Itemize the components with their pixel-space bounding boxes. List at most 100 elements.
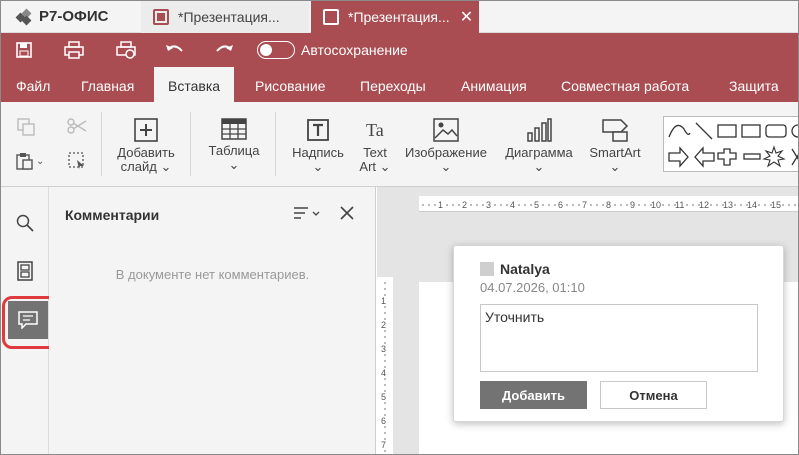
svg-text:13: 13	[723, 200, 733, 210]
add-slide-label-2: слайд	[120, 159, 157, 174]
app-name: Р7-ОФИС	[39, 8, 109, 25]
app-window: Р7-ОФИС *Презентация... *Презентация... …	[0, 0, 799, 455]
svg-text:14: 14	[747, 200, 757, 210]
smartart-label: SmartArt	[589, 145, 641, 160]
add-slide-icon	[134, 118, 158, 142]
svg-text:3: 3	[486, 200, 491, 210]
logo-icon	[15, 8, 35, 25]
text-art-label-1: Text	[363, 145, 387, 160]
undo-icon[interactable]	[164, 40, 186, 60]
text-art-icon: Ta	[366, 120, 384, 140]
svg-text:7: 7	[381, 440, 386, 450]
chevron-down-icon: ⌄	[609, 159, 621, 174]
comment-author: Natalya	[500, 261, 550, 277]
comment-date: 04.07.2026, 01:10	[480, 280, 585, 295]
text-box-icon	[307, 119, 329, 141]
image-icon	[433, 118, 459, 142]
svg-text:2: 2	[381, 320, 386, 330]
chevron-down-icon: ⌄	[379, 159, 391, 174]
caption-label: Надпись	[292, 145, 344, 160]
menu-transitions[interactable]: Переходы	[360, 67, 426, 102]
svg-text:5: 5	[534, 200, 539, 210]
menu-file[interactable]: Файл	[16, 67, 50, 102]
paste-icon	[16, 153, 33, 170]
sort-icon[interactable]	[293, 205, 321, 224]
image-button[interactable]: Изображение ⌄	[401, 118, 491, 174]
comment-popup: Natalya 04.07.2026, 01:10 Уточнить Добав…	[453, 245, 784, 422]
svg-text:6: 6	[558, 200, 563, 210]
chevron-down-icon: ⌄	[440, 159, 452, 174]
svg-text:15: 15	[771, 200, 781, 210]
chevron-down-icon: ⌄	[533, 159, 545, 174]
toolbar-separator	[275, 112, 276, 176]
autosave-toggle[interactable]	[257, 41, 295, 59]
table-button[interactable]: Таблица ⌄	[203, 118, 265, 172]
toolbar-separator	[101, 112, 102, 176]
svg-text:9: 9	[630, 200, 635, 210]
comment-input[interactable]: Уточнить	[480, 304, 758, 372]
select-all-icon[interactable]	[68, 152, 86, 173]
insert-toolbar: ⌄ Добавить слайд ⌄ Таблица ⌄ Надпись ⌄ T…	[1, 102, 798, 187]
vertical-ruler: 1 2 3 4 5 6 7	[377, 277, 393, 454]
svg-text:6: 6	[381, 416, 386, 426]
table-label: Таблица	[208, 143, 260, 158]
search-icon[interactable]	[9, 207, 41, 239]
chevron-down-icon: ⌄	[228, 157, 240, 172]
add-comment-button[interactable]: Добавить	[480, 381, 587, 409]
text-art-button[interactable]: Ta Text Art ⌄	[353, 118, 397, 174]
slides-icon[interactable]	[9, 255, 41, 287]
quick-access-bar: Автосохранение	[1, 33, 798, 67]
svg-text:Ta: Ta	[366, 120, 384, 140]
horizontal-ruler: 1234 5678 9 10 11 12 13 14 15	[419, 196, 798, 212]
chart-button[interactable]: Диаграмма ⌄	[501, 118, 577, 174]
svg-text:10: 10	[651, 200, 661, 210]
shapes-icon	[668, 122, 798, 168]
paste-button[interactable]: ⌄	[15, 152, 44, 170]
document-tab-label: *Презентация...	[178, 9, 280, 25]
svg-text:8: 8	[606, 200, 611, 210]
close-icon[interactable]	[339, 205, 355, 224]
copy-icon[interactable]	[17, 118, 35, 139]
menu-insert[interactable]: Вставка	[154, 67, 235, 102]
app-logo: Р7-ОФИС	[15, 8, 109, 25]
table-icon	[221, 118, 247, 140]
svg-text:4: 4	[510, 200, 515, 210]
svg-text:2: 2	[462, 200, 467, 210]
presentation-icon	[153, 9, 169, 25]
menu-protection[interactable]: Защита	[729, 67, 779, 102]
document-tab-label: *Презентация...	[348, 9, 450, 25]
svg-text:11: 11	[675, 200, 684, 210]
cut-icon[interactable]	[67, 118, 87, 137]
shapes-gallery[interactable]	[663, 116, 798, 172]
menu-home[interactable]: Главная	[81, 67, 134, 102]
toolbar-separator	[190, 112, 191, 176]
chevron-down-icon: ⌄	[312, 159, 324, 174]
autosave-label: Автосохранение	[301, 42, 408, 58]
document-tab-2[interactable]: *Презентация... ✕	[311, 1, 479, 33]
cancel-button[interactable]: Отмена	[600, 381, 707, 409]
menu-collaboration[interactable]: Совместная работа	[561, 67, 689, 102]
svg-text:7: 7	[582, 200, 587, 210]
close-tab-icon[interactable]: ✕	[460, 7, 473, 27]
svg-text:1: 1	[381, 296, 386, 306]
smartart-button[interactable]: SmartArt ⌄	[584, 118, 646, 174]
add-slide-button[interactable]: Добавить слайд ⌄	[113, 118, 179, 174]
tab-bar: Р7-ОФИС *Презентация... *Презентация... …	[1, 1, 798, 33]
menu-draw[interactable]: Рисование	[255, 67, 326, 102]
presentation-icon	[323, 9, 339, 25]
smartart-icon	[602, 119, 629, 142]
document-tab-1[interactable]: *Презентация...	[141, 1, 309, 33]
menu-animation[interactable]: Анимация	[461, 67, 527, 102]
print-icon[interactable]	[63, 40, 85, 60]
comments-panel-title: Комментарии	[65, 207, 160, 223]
no-comments-message: В документе нет комментариев.	[115, 267, 310, 282]
svg-text:3: 3	[381, 344, 386, 354]
redo-icon[interactable]	[213, 40, 235, 60]
chevron-down-icon: ⌄	[36, 155, 45, 167]
save-icon[interactable]	[13, 40, 35, 60]
caption-button[interactable]: Надпись ⌄	[287, 118, 349, 174]
quick-print-icon[interactable]	[115, 40, 137, 60]
menu-bar: Файл Главная Вставка Рисование Переходы …	[1, 67, 798, 102]
image-label: Изображение	[405, 145, 487, 160]
chart-icon	[527, 118, 552, 142]
